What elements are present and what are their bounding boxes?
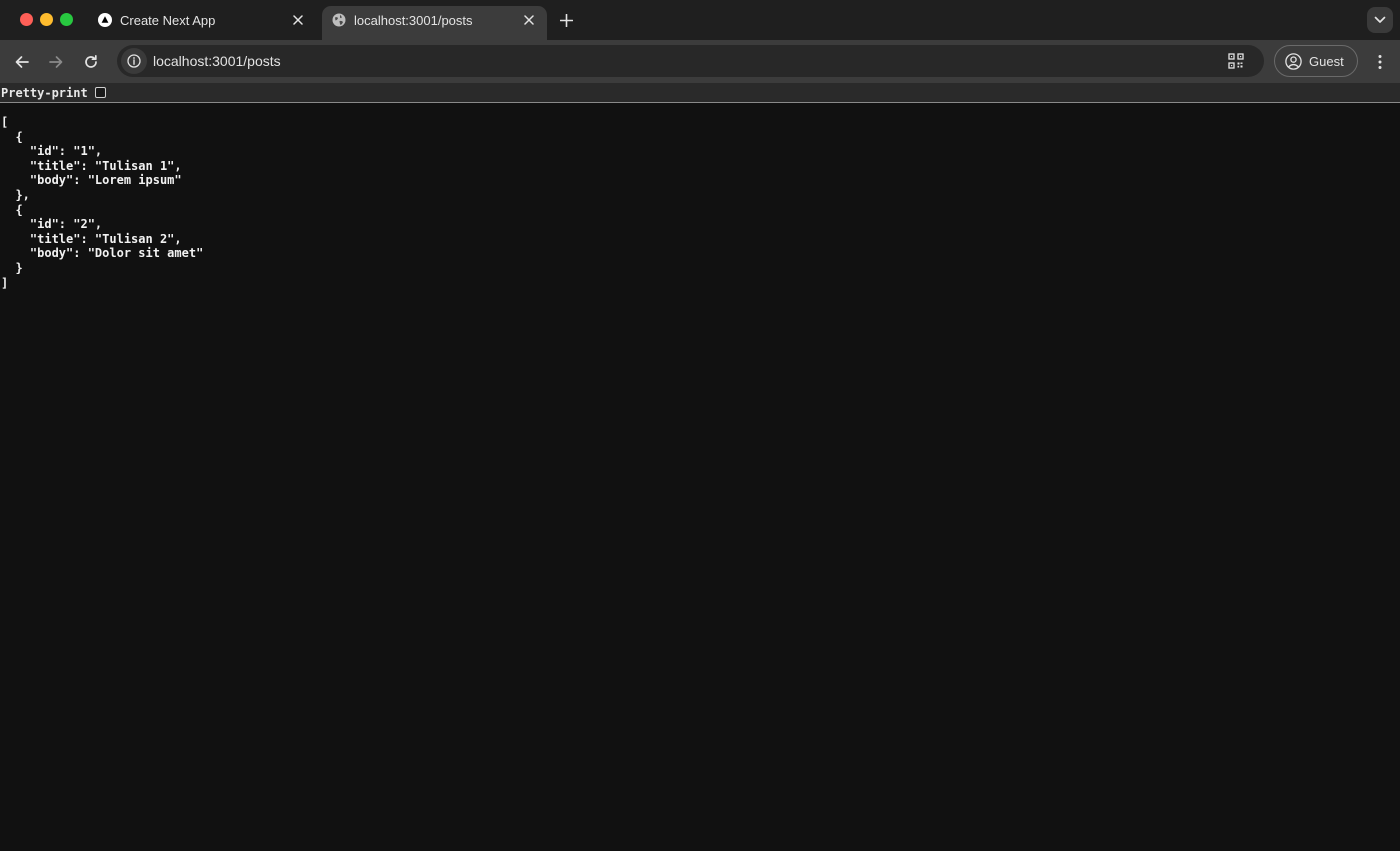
- window-close-button[interactable]: [20, 13, 33, 26]
- profile-button[interactable]: Guest: [1274, 45, 1358, 77]
- tab-close-icon[interactable]: [521, 12, 537, 28]
- tab-search-chevron-down-icon[interactable]: [1367, 7, 1393, 33]
- site-info-icon[interactable]: [121, 48, 147, 74]
- tab-strip: Create Next App localhost:3001/posts: [0, 0, 1400, 40]
- json-line: "title": "Tulisan 2",: [1, 231, 182, 246]
- json-line: },: [1, 187, 30, 202]
- pretty-print-bar: Pretty-print: [0, 83, 1400, 103]
- pretty-print-checkbox[interactable]: [95, 87, 106, 98]
- nextjs-triangle-icon: [98, 13, 112, 27]
- json-line: ]: [1, 275, 9, 290]
- window-minimize-button[interactable]: [40, 13, 53, 26]
- globe-icon: [332, 13, 346, 27]
- json-line: "body": "Dolor sit amet": [1, 246, 204, 261]
- json-line: "body": "Lorem ipsum": [1, 173, 182, 188]
- tab-create-next-app[interactable]: Create Next App: [88, 6, 316, 40]
- window-maximize-button[interactable]: [60, 13, 73, 26]
- tab-title: localhost:3001/posts: [354, 13, 473, 28]
- pretty-print-label: Pretty-print: [1, 86, 88, 100]
- json-content: [ { "id": "1", "title": "Tulisan 1", "bo…: [1, 115, 203, 290]
- url-text[interactable]: localhost:3001/posts: [153, 53, 281, 69]
- json-line: {: [1, 202, 23, 217]
- address-bar[interactable]: localhost:3001/posts: [117, 45, 1264, 77]
- json-line: {: [1, 129, 23, 144]
- tab-localhost-posts[interactable]: localhost:3001/posts: [322, 6, 547, 40]
- reload-icon[interactable]: [80, 51, 102, 73]
- back-arrow-icon[interactable]: [11, 51, 33, 73]
- forward-arrow-icon[interactable]: [45, 51, 67, 73]
- tab-title: Create Next App: [120, 13, 216, 28]
- json-line: "title": "Tulisan 1",: [1, 158, 182, 173]
- json-line: "id": "1",: [1, 144, 103, 159]
- json-line: [: [1, 115, 9, 129]
- more-menu-icon[interactable]: [1370, 51, 1390, 73]
- tab-close-icon[interactable]: [290, 12, 306, 28]
- qr-code-icon[interactable]: [1228, 53, 1244, 69]
- json-line: "id": "2",: [1, 217, 103, 232]
- browser-window: Create Next App localhost:3001/posts loc…: [0, 0, 1400, 851]
- browser-toolbar: localhost:3001/posts Guest: [0, 40, 1400, 83]
- new-tab-plus-icon[interactable]: [556, 10, 576, 30]
- user-avatar-icon: [1285, 53, 1302, 70]
- json-line: }: [1, 260, 23, 275]
- profile-label: Guest: [1309, 54, 1344, 69]
